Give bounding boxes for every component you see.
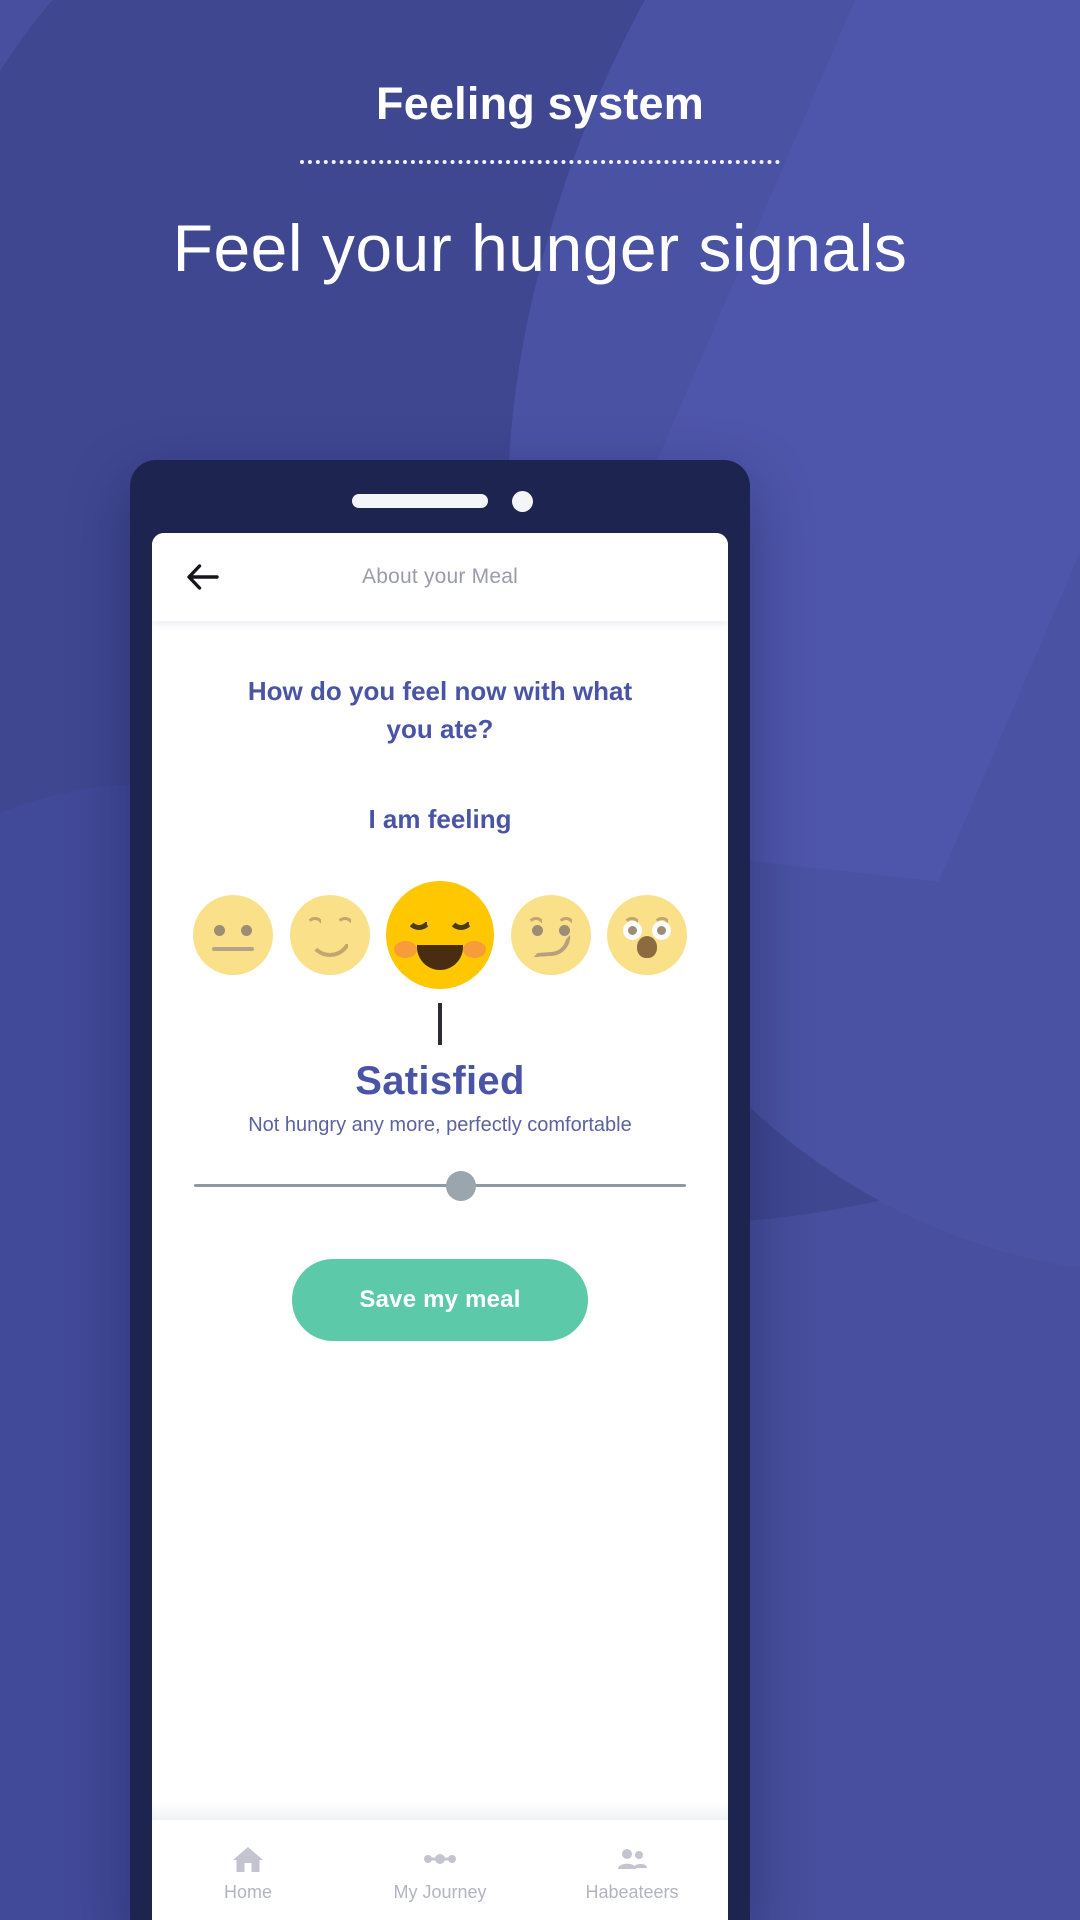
mood-option-satisfied[interactable] — [386, 881, 494, 990]
blissful-face-icon — [406, 917, 432, 931]
question-title: How do you feel now with what you ate? — [247, 676, 633, 744]
app-bar-title: About your Meal — [362, 565, 518, 588]
phone-mockup: About your Meal How do you feel now with… — [130, 460, 750, 1920]
mood-option-neutral[interactable] — [193, 895, 273, 976]
blush-left — [394, 941, 417, 959]
nav-item-my-journey[interactable]: My Journey — [344, 1843, 536, 1903]
slider-thumb[interactable] — [446, 1171, 476, 1202]
feeling-prompt: I am feeling — [368, 804, 512, 835]
phone-screen: About your Meal How do you feel now with… — [152, 533, 728, 1920]
save-meal-button[interactable]: Save my meal — [292, 1259, 588, 1342]
promo-header: Feeling system Feel your hunger signals — [0, 78, 1080, 286]
app-content: How do you feel now with what you ate? I… — [152, 621, 728, 1820]
home-icon — [233, 1847, 263, 1872]
selected-mood-title: Satisfied — [355, 1059, 525, 1104]
mood-connector-line — [438, 1003, 442, 1046]
phone-speaker-icon — [352, 494, 488, 508]
nav-item-habeateers[interactable]: Habeateers — [536, 1843, 728, 1903]
mood-selector — [175, 881, 705, 990]
nav-label-habeateers: Habeateers — [585, 1882, 679, 1902]
nav-item-home[interactable]: Home — [152, 1843, 344, 1903]
back-button[interactable] — [180, 554, 226, 600]
slider-track — [194, 1184, 686, 1188]
neutral-face-icon — [214, 925, 225, 937]
phone-camera-icon — [512, 491, 533, 512]
nav-label-home: Home — [223, 1882, 272, 1902]
promo-divider — [300, 160, 780, 164]
content-bottom-shadow — [152, 1802, 728, 1820]
nav-label-my-journey: My Journey — [393, 1882, 487, 1902]
app-bar: About your Meal — [152, 533, 728, 621]
mood-slider[interactable] — [194, 1171, 686, 1202]
mood-option-smiling[interactable] — [289, 895, 370, 976]
bottom-navigation: Home My Journey Habeateers — [152, 1820, 728, 1920]
mood-option-surprised[interactable] — [607, 895, 687, 976]
arrow-left-icon — [187, 564, 219, 590]
mood-option-smirking[interactable] — [510, 895, 591, 976]
smiling-face-icon — [305, 917, 324, 926]
promo-headline: Feel your hunger signals — [172, 211, 908, 285]
blush-right — [463, 941, 486, 959]
promo-kicker: Feeling system — [376, 78, 704, 129]
journey-path-icon — [424, 1854, 456, 1864]
selected-mood-description: Not hungry any more, perfectly comfortab… — [248, 1114, 632, 1137]
people-group-icon — [618, 1849, 647, 1869]
